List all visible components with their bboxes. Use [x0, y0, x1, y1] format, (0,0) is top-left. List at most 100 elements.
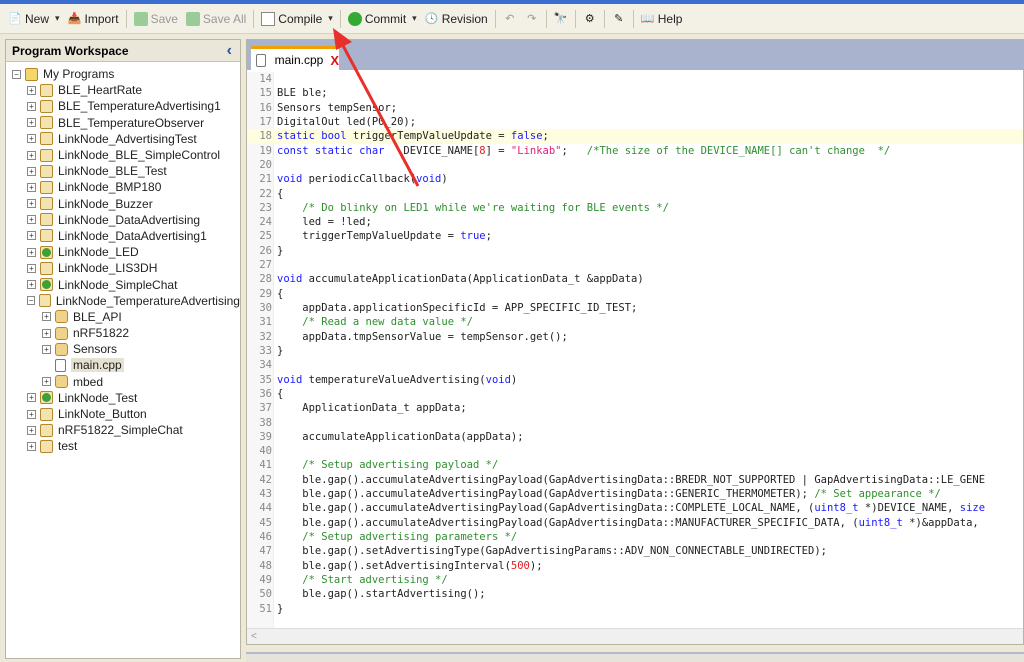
- tab-main-cpp[interactable]: main.cpp X: [251, 46, 339, 71]
- tree-item[interactable]: + LinkNode_LIS3DH: [6, 260, 240, 276]
- tree-item[interactable]: + BLE_TemperatureAdvertising1: [6, 98, 240, 114]
- code-line[interactable]: 19 const static char DEVICE_NAME[8] = "Li…: [247, 144, 1023, 158]
- expand-icon[interactable]: +: [42, 328, 51, 338]
- code-line[interactable]: 23 /* Do blinky on LED1 while we're wait…: [247, 201, 1023, 215]
- expand-icon[interactable]: +: [27, 231, 36, 241]
- code-line[interactable]: 28 void accumulateApplicationData(Applica…: [247, 272, 1023, 286]
- chevron-down-icon[interactable]: ▾: [55, 13, 60, 24]
- close-tab-icon[interactable]: X: [330, 53, 339, 68]
- code-line[interactable]: 49 /* Start advertising */: [247, 573, 1023, 587]
- tree-item[interactable]: + LinkNode_SimpleChat: [6, 276, 240, 292]
- undo-button[interactable]: ↶: [499, 8, 521, 30]
- tree-item[interactable]: + test: [6, 438, 240, 454]
- code-line[interactable]: 42 ble.gap().accumulateAdvertisingPayloa…: [247, 473, 1023, 487]
- code-line[interactable]: 18 static bool triggerTempValueUpdate = f…: [247, 129, 1023, 144]
- expand-icon[interactable]: +: [27, 409, 36, 419]
- revision-button[interactable]: 🕓 Revision: [421, 8, 492, 30]
- compile-button[interactable]: Compile ▾: [257, 8, 337, 30]
- tree-item[interactable]: + BLE_HeartRate: [6, 82, 240, 98]
- code-line[interactable]: 25 triggerTempValueUpdate = true;: [247, 229, 1023, 243]
- redo-button[interactable]: ↷: [521, 8, 543, 30]
- code-line[interactable]: 48 ble.gap().setAdvertisingInterval(500)…: [247, 559, 1023, 573]
- tree-item[interactable]: + LinkNode_BLE_SimpleControl: [6, 147, 240, 163]
- import-button[interactable]: 📥 Import: [64, 8, 123, 30]
- code-line[interactable]: 51}: [247, 602, 1023, 616]
- code-line[interactable]: 47 ble.gap().setAdvertisingType(GapAdver…: [247, 544, 1023, 558]
- expand-icon[interactable]: +: [27, 166, 36, 176]
- code-line[interactable]: 24 led = !led;: [247, 215, 1023, 229]
- tree-item[interactable]: main.cpp: [6, 357, 240, 373]
- expand-icon[interactable]: +: [27, 118, 36, 128]
- code-line[interactable]: 14: [247, 72, 1023, 86]
- tree-item[interactable]: + nRF51822_SimpleChat: [6, 422, 240, 438]
- tree-item[interactable]: + LinkNode_BLE_Test: [6, 163, 240, 179]
- tree-item[interactable]: + BLE_API: [6, 309, 240, 325]
- tree-item[interactable]: + LinkNode_DataAdvertising1: [6, 228, 240, 244]
- code-line[interactable]: 46 /* Setup advertising parameters */: [247, 530, 1023, 544]
- chevron-down-icon[interactable]: ▾: [328, 13, 333, 24]
- tree-item[interactable]: + mbed: [6, 374, 240, 390]
- collapse-icon[interactable]: −: [27, 296, 36, 306]
- help-button[interactable]: 📖 Help: [637, 8, 687, 30]
- expand-icon[interactable]: +: [42, 312, 51, 322]
- save-button[interactable]: Save: [130, 8, 182, 30]
- expand-icon[interactable]: +: [27, 150, 36, 160]
- code-line[interactable]: 41 /* Setup advertising payload */: [247, 458, 1023, 472]
- tree-item[interactable]: + Sensors: [6, 341, 240, 357]
- code-line[interactable]: 38: [247, 416, 1023, 430]
- collapse-panel-icon[interactable]: ‹: [227, 42, 232, 60]
- tree-item[interactable]: + nRF51822: [6, 325, 240, 341]
- tree-item[interactable]: + BLE_TemperatureObserver: [6, 115, 240, 131]
- code-line[interactable]: 16 Sensors tempSensor;: [247, 101, 1023, 115]
- settings-button[interactable]: ⚙: [579, 8, 601, 30]
- tree-item[interactable]: + LinkNode_AdvertisingTest: [6, 131, 240, 147]
- tree-item[interactable]: + LinkNote_Button: [6, 406, 240, 422]
- code-line[interactable]: 50 ble.gap().startAdvertising();: [247, 587, 1023, 601]
- expand-icon[interactable]: +: [27, 85, 36, 95]
- expand-icon[interactable]: +: [27, 425, 36, 435]
- format-button[interactable]: ✎: [608, 8, 630, 30]
- tree-item[interactable]: + LinkNode_LED: [6, 244, 240, 260]
- code-line[interactable]: 26}: [247, 244, 1023, 258]
- code-line[interactable]: 33}: [247, 344, 1023, 358]
- code-area[interactable]: 14 15 BLE ble; 16 Sensors tempSensor; 17 Digit…: [247, 72, 1023, 628]
- code-line[interactable]: 32 appData.tmpSensorValue = tempSensor.g…: [247, 330, 1023, 344]
- expand-icon[interactable]: +: [27, 215, 36, 225]
- code-line[interactable]: 43 ble.gap().accumulateAdvertisingPayloa…: [247, 487, 1023, 501]
- expand-icon[interactable]: +: [27, 263, 36, 273]
- code-line[interactable]: 30 appData.applicationSpecificId = APP_S…: [247, 301, 1023, 315]
- code-line[interactable]: 29 {: [247, 287, 1023, 301]
- code-line[interactable]: 37 ApplicationData_t appData;: [247, 401, 1023, 415]
- new-button[interactable]: 📄 New ▾: [4, 8, 64, 30]
- code-line[interactable]: 22 {: [247, 187, 1023, 201]
- code-line[interactable]: 17 DigitalOut led(P0_20);: [247, 115, 1023, 129]
- expand-icon[interactable]: +: [27, 280, 36, 290]
- expand-icon[interactable]: +: [27, 247, 36, 257]
- tree-item[interactable]: − LinkNode_TemperatureAdvertising: [6, 293, 240, 309]
- code-line[interactable]: 20: [247, 158, 1023, 172]
- commit-button[interactable]: Commit ▾: [344, 8, 421, 30]
- code-line[interactable]: 36 {: [247, 387, 1023, 401]
- code-line[interactable]: 45 ble.gap().accumulateAdvertisingPayloa…: [247, 516, 1023, 530]
- code-line[interactable]: 40: [247, 444, 1023, 458]
- code-line[interactable]: 21 void periodicCallback(void): [247, 172, 1023, 186]
- tree-item[interactable]: + LinkNode_Test: [6, 390, 240, 406]
- expand-icon[interactable]: +: [27, 199, 36, 209]
- expand-icon[interactable]: +: [27, 393, 36, 403]
- horizontal-scrollbar[interactable]: <: [247, 628, 1023, 644]
- collapse-icon[interactable]: −: [12, 69, 21, 79]
- code-line[interactable]: 34: [247, 358, 1023, 372]
- tree-item[interactable]: + LinkNode_BMP180: [6, 179, 240, 195]
- code-line[interactable]: 39 accumulateApplicationData(appData);: [247, 430, 1023, 444]
- expand-icon[interactable]: +: [27, 182, 36, 192]
- find-button[interactable]: 🔭: [550, 8, 572, 30]
- tree-item[interactable]: + LinkNode_Buzzer: [6, 196, 240, 212]
- tree-item[interactable]: − My Programs: [6, 66, 240, 82]
- code-line[interactable]: 44 ble.gap().accumulateAdvertisingPayloa…: [247, 501, 1023, 515]
- save-all-button[interactable]: Save All: [182, 8, 250, 30]
- code-line[interactable]: 27: [247, 258, 1023, 272]
- expand-icon[interactable]: +: [27, 101, 36, 111]
- code-line[interactable]: 31 /* Read a new data value */: [247, 315, 1023, 329]
- code-line[interactable]: 15 BLE ble;: [247, 86, 1023, 100]
- expand-icon[interactable]: +: [42, 377, 51, 387]
